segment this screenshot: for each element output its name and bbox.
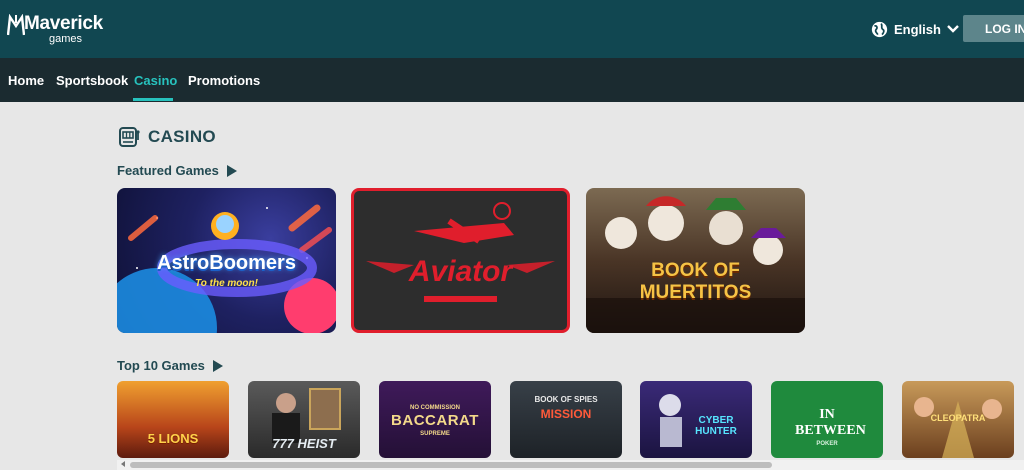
game-tile-aviator[interactable]: Aviator: [351, 188, 570, 333]
nav-item-casino[interactable]: Casino: [134, 73, 177, 88]
page-title: CASINO: [148, 127, 216, 146]
language-selector[interactable]: English: [871, 18, 959, 40]
in-between-bottom-label: POKER: [816, 441, 838, 447]
baccarat-bottom-label: SUPREME: [420, 431, 450, 437]
game-tile-777-heist[interactable]: 777 HEIST: [248, 381, 360, 458]
maverick-games-logo[interactable]: Maverick games: [7, 13, 103, 45]
game-tile-book-of-spies[interactable]: BOOK OF SPIES MISSION: [510, 381, 622, 458]
aviator-title: Aviator: [408, 255, 513, 288]
game-tile-5-lions[interactable]: 5 LIONS: [117, 381, 229, 458]
scroll-left-arrow-icon[interactable]: [121, 461, 125, 467]
baccarat-title: BACCARAT: [391, 412, 479, 429]
book-of-spies-title: MISSION: [540, 407, 592, 421]
play-arrow-icon: [212, 359, 223, 372]
astroboomers-title: AstroBoomers: [157, 252, 296, 274]
cyber-hunter-title: CYBER HUNTER: [695, 415, 737, 437]
featured-games-heading[interactable]: Featured Games: [117, 163, 237, 178]
logo-word-games: games: [49, 33, 83, 45]
in-between-title: IN BETWEEN: [795, 407, 866, 438]
chevron-down-icon: [947, 25, 959, 33]
globe-icon: [871, 21, 888, 37]
game-tile-in-between[interactable]: IN BETWEEN POKER: [771, 381, 883, 458]
game-tile-astroboomers[interactable]: AstroBoomers To the moon!: [117, 188, 336, 333]
top-header: Maverick games English LOG IN: [0, 0, 1024, 58]
main-navigation: Home Sportsbook Casino Promotions: [0, 58, 1024, 102]
book-of-muertitos-title: BOOK OF MUERTITOS: [639, 260, 752, 303]
astroboomers-subtitle: To the moon!: [195, 278, 258, 289]
active-tab-indicator: [133, 98, 173, 101]
cleopatra-title: CLEOPATRA: [930, 413, 986, 423]
baccarat-top-label: NO COMMISSION: [409, 405, 460, 411]
scrollbar-thumb[interactable]: [130, 462, 772, 468]
book-of-spies-top-label: BOOK OF SPIES: [534, 395, 598, 404]
game-tile-book-of-muertitos[interactable]: BOOK OF MUERTITOS: [586, 188, 805, 333]
top-10-games-label: Top 10 Games: [117, 358, 205, 373]
logo-word-maverick: Maverick: [24, 13, 103, 34]
5-lions-title: 5 LIONS: [147, 431, 199, 446]
top-10-games-heading[interactable]: Top 10 Games: [117, 358, 223, 373]
nav-item-promotions[interactable]: Promotions: [188, 73, 260, 88]
nav-item-home[interactable]: Home: [8, 73, 44, 88]
language-label: English: [894, 21, 941, 37]
featured-games-label: Featured Games: [117, 163, 219, 178]
login-button[interactable]: LOG IN: [963, 15, 1024, 42]
play-arrow-icon: [226, 164, 237, 177]
777-heist-title: 777 HEIST: [272, 436, 336, 451]
logo-m-icon: [7, 14, 25, 36]
game-tile-cyber-hunter[interactable]: CYBER HUNTER: [640, 381, 752, 458]
slot-machine-icon: [119, 127, 140, 147]
game-tile-baccarat[interactable]: NO COMMISSION BACCARAT SUPREME: [379, 381, 491, 458]
nav-item-sportsbook[interactable]: Sportsbook: [56, 73, 128, 88]
game-tile-cleopatra[interactable]: CLEOPATRA: [902, 381, 1014, 458]
